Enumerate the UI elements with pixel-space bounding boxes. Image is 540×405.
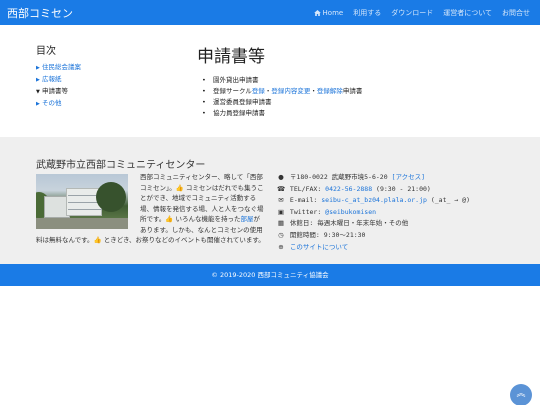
- double-chevron-up-icon: ︽: [516, 389, 526, 399]
- toc-label: その他: [42, 99, 62, 107]
- tel-row: ☎ TEL/FAX: 0422-56-2888 (9:30 - 21:00): [276, 184, 526, 196]
- twitter-label: Twitter:: [289, 207, 322, 216]
- thumbs-up-icon: 👍: [175, 183, 184, 192]
- clock-icon: ◷: [278, 230, 284, 239]
- email-row: ✉ E-mail: seibu-c_at_bz04.plala.or.jp (_…: [276, 195, 526, 207]
- email-link[interactable]: seibu-c_at_bz04.plala.or.jp: [321, 196, 427, 204]
- nav-label-home: Home: [322, 9, 344, 17]
- contact-info: ● 〒180-0022 武蔵野市境5-6-20 [アクセス] ☎ TEL/FAX…: [276, 172, 526, 253]
- list-item: 登録サークル登録・登録内容変更・登録解除申請書: [197, 86, 497, 97]
- toc-label: 広報紙: [42, 75, 62, 83]
- toc-item-applications[interactable]: ▼ 申請書等: [36, 86, 166, 98]
- about-site-link[interactable]: このサイトについて: [290, 243, 348, 251]
- desc-text: いろんな機能を持った: [173, 215, 241, 223]
- brand-link[interactable]: 西部コミセン: [7, 5, 73, 21]
- footer-title: 武蔵野市立西部コミュニティセンター: [36, 160, 206, 171]
- scroll-to-top-button[interactable]: ︽: [510, 384, 532, 405]
- desc-text: ときどき、お祭りなどのイベントも開催されています。: [101, 236, 265, 244]
- email-note: (_at_ → @): [430, 196, 470, 205]
- nav-item-contact[interactable]: お問合せ: [502, 9, 530, 17]
- photo-window-row: [68, 209, 102, 210]
- list-item: 園外貸出申請書: [197, 75, 497, 86]
- nav-menu: Home 利用する ダウンロード 運営者について お問合せ: [304, 8, 530, 18]
- toc-item-newsletter[interactable]: ▶ 広報紙: [36, 74, 166, 86]
- photo-tree: [96, 182, 126, 212]
- copyright-text: © 2019-2020 西部コミュニティ協議会: [211, 271, 329, 279]
- globe-icon: ⊕: [278, 242, 284, 251]
- rooms-link[interactable]: 部屋: [241, 215, 254, 223]
- closed-days-text: 休館日: 毎週木曜日・年末年始・その他: [289, 219, 409, 228]
- twitter-row: ▣ Twitter: @seibukomisen: [276, 207, 526, 219]
- tel-hours: (9:30 - 21:00): [376, 184, 431, 193]
- navbar: 西部コミセン Home 利用する ダウンロード 運営者について お問合せ: [0, 0, 540, 25]
- envelope-icon: ✉: [278, 196, 284, 205]
- copyright-bar: © 2019-2020 西部コミュニティ協議会: [0, 264, 540, 286]
- list-item-text: 運営委員登録申請書: [213, 98, 272, 106]
- thumbs-up-icon: 👍: [93, 236, 102, 244]
- phone-icon: ☎: [276, 184, 286, 193]
- hours-row: ◷ 開館時間: 9:30〜21:30: [276, 230, 526, 242]
- list-item-suffix: 申請書: [342, 87, 363, 95]
- toc-item-agenda[interactable]: ▶ 住民総会議案: [36, 62, 166, 74]
- application-list: 園外貸出申請書 登録サークル登録・登録内容変更・登録解除申請書 運営委員登録申請…: [197, 75, 497, 119]
- main-content: 申請書等 園外貸出申請書 登録サークル登録・登録内容変更・登録解除申請書 運営委…: [197, 42, 497, 119]
- building-photo: [36, 174, 128, 229]
- cancel-registration-link[interactable]: 登録解除: [317, 87, 343, 95]
- twitter-link[interactable]: @seibukomisen: [325, 208, 376, 216]
- toc-sidebar: 目次 ▶ 住民総会議案 ▶ 広報紙 ▼ 申請書等 ▶ その他: [36, 42, 166, 110]
- change-registration-link[interactable]: 登録内容変更: [271, 87, 310, 95]
- tel-label: TEL/FAX:: [289, 184, 322, 193]
- register-link[interactable]: 登録: [252, 87, 265, 95]
- address-text: 〒180-0022 武蔵野市境5-6-20: [289, 173, 388, 181]
- nav-item-about[interactable]: 運営者について: [443, 9, 492, 17]
- tel-link[interactable]: 0422-56-2888: [325, 185, 372, 193]
- photo-ground: [36, 218, 128, 229]
- hours-text: 開館時間: 9:30〜21:30: [289, 230, 366, 239]
- list-item: 協力員登録申請書: [197, 108, 497, 119]
- email-label: E-mail:: [289, 196, 318, 205]
- toc-title: 目次: [36, 46, 56, 57]
- toc-label: 住民総会議案: [42, 63, 81, 71]
- footer: 武蔵野市立西部コミュニティセンター 西部コミュニティセンター、略して「西部コミセ…: [0, 137, 540, 264]
- page-title: 申請書等: [197, 47, 265, 67]
- list-item-prefix: 登録サークル: [213, 87, 252, 95]
- nav-item-use[interactable]: 利用する: [353, 9, 381, 17]
- toc-label: 申請書等: [42, 87, 68, 95]
- calendar-icon: ▦: [277, 219, 285, 228]
- nav-item-home[interactable]: Home: [313, 9, 344, 17]
- list-item: 運営委員登録申請書: [197, 97, 497, 108]
- access-link[interactable]: [アクセス]: [392, 173, 426, 181]
- toc-item-other[interactable]: ▶ その他: [36, 98, 166, 110]
- closed-days-row: ▦ 休館日: 毎週木曜日・年末年始・その他: [276, 218, 526, 230]
- twitter-icon: ▣: [277, 207, 285, 216]
- home-icon: [313, 10, 321, 16]
- about-row: ⊕ このサイトについて: [276, 242, 526, 254]
- address-row: ● 〒180-0022 武蔵野市境5-6-20 [アクセス]: [276, 172, 526, 184]
- map-pin-icon: ●: [278, 173, 284, 181]
- list-item-text: 園外貸出申請書: [213, 76, 259, 84]
- nav-item-download[interactable]: ダウンロード: [391, 9, 433, 17]
- list-item-text: 協力員登録申請書: [213, 109, 265, 117]
